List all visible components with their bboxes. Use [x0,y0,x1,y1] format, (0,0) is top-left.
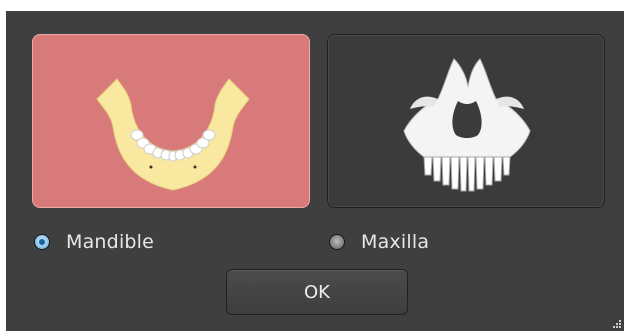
maxilla-label: Maxilla [361,231,430,253]
resize-grip-icon[interactable] [612,319,622,329]
maxilla-radio-option[interactable]: Maxilla [329,229,429,255]
mandible-label: Mandible [66,231,155,253]
mandible-jaw-icon [96,78,250,191]
mandible-card[interactable] [32,34,310,208]
maxilla-card[interactable] [327,34,605,208]
ok-button[interactable]: OK [226,269,408,315]
maxilla-skull-icon [403,58,531,192]
maxilla-radio-button[interactable] [329,234,345,250]
mandible-radio-option[interactable]: Mandible [34,229,154,255]
mandible-radio-button[interactable] [34,234,50,250]
jaw-selection-dialog: Mandible Maxilla OK [6,11,624,331]
